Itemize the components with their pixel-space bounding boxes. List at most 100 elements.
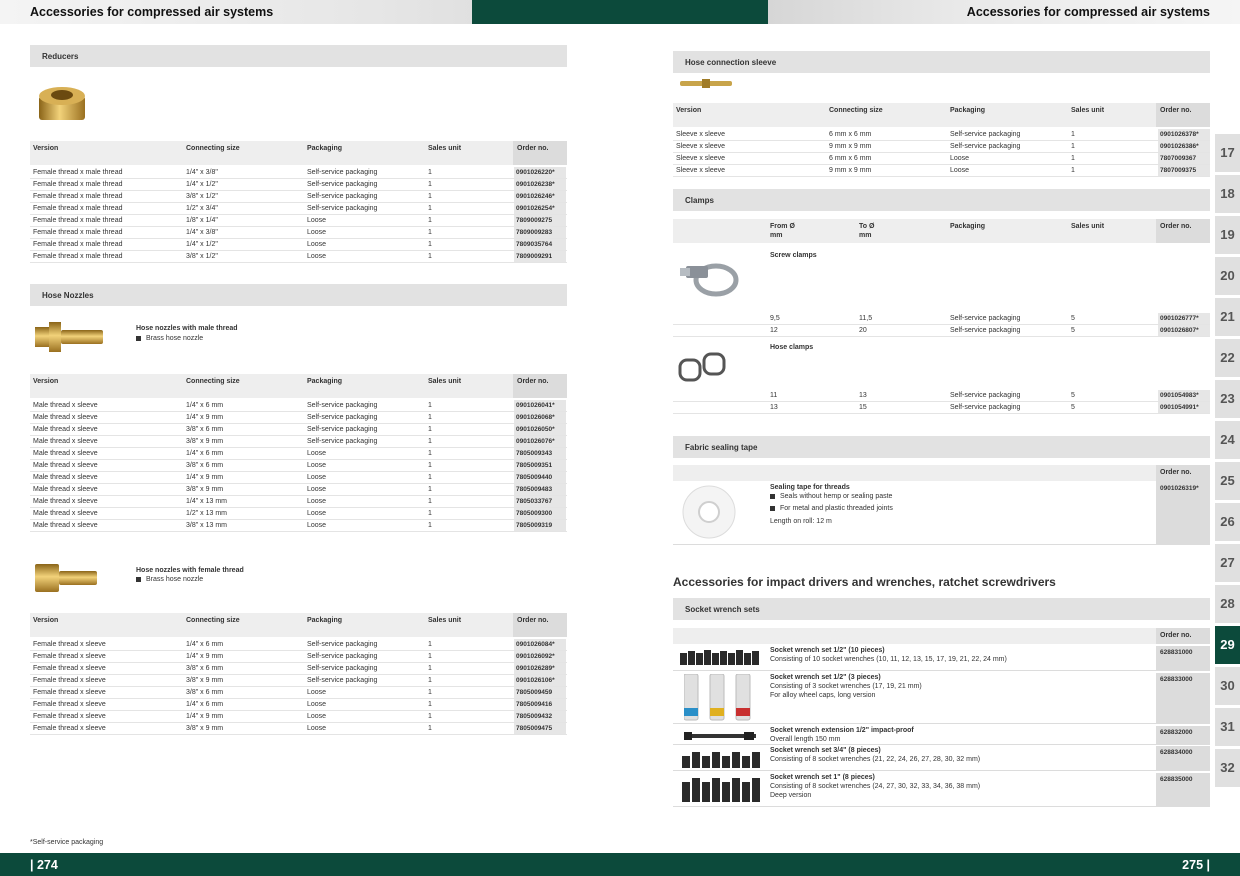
socket-item-order-no: 628835000 xyxy=(1160,776,1193,783)
table-row: Male thread x sleeve 1/4" x 6 mm Self-serv… xyxy=(30,400,567,412)
chapter-tab-30[interactable]: 30 xyxy=(1215,667,1240,705)
table-row: Male thread x sleeve 3/8" x 9 mm Self-serv… xyxy=(30,436,567,448)
chapter-tab-24[interactable]: 24 xyxy=(1215,421,1240,459)
cell-first: Female thread x sleeve xyxy=(33,713,106,720)
cell: 3/8" x 1/2" xyxy=(186,253,218,260)
cell: 1 xyxy=(428,217,432,224)
cell: Loose xyxy=(307,462,327,469)
order-number: 7805009483 xyxy=(514,484,566,495)
cell-first: Male thread x sleeve xyxy=(33,402,98,409)
cell: Self-service packaging xyxy=(307,677,378,684)
order-number: 7809035764 xyxy=(514,239,566,250)
cell: 1/4" x 1/2" xyxy=(186,181,218,188)
section-fabric-sealing-tape: Fabric sealing tape xyxy=(673,436,1210,458)
chapter-tab-32[interactable]: 32 xyxy=(1215,749,1240,787)
col-version: Version xyxy=(676,107,702,114)
cell: Self-service packaging xyxy=(307,169,378,176)
cell-first: Female thread x sleeve xyxy=(33,665,106,672)
reducers-table-header xyxy=(30,141,567,165)
col-to: To Ø xyxy=(859,223,875,230)
cell: Loose xyxy=(307,701,327,708)
cell: 1/4" x 6 mm xyxy=(186,701,224,708)
screw-clamps-table: 9,5 11,5 Self-service packaging 5 0901026777… xyxy=(673,313,1210,337)
order-number: 0901026246* xyxy=(514,191,566,202)
cell: 1 xyxy=(428,701,432,708)
footnote: *Self-service packaging xyxy=(30,839,104,846)
cell: 3/8" x 1/2" xyxy=(186,193,218,200)
col-order-no: Order no. xyxy=(1160,223,1192,230)
cell: Loose xyxy=(307,253,327,260)
cell: Self-service packaging xyxy=(307,193,378,200)
order-number: 0901026807* xyxy=(1158,325,1210,336)
order-number: 7805009319 xyxy=(514,520,566,531)
chapter-tab-19[interactable]: 19 xyxy=(1215,216,1240,254)
col-order-no: Order no. xyxy=(1160,469,1192,476)
order-number: 7805009459 xyxy=(514,687,566,698)
chapter-tab-20[interactable]: 20 xyxy=(1215,257,1240,295)
cell: 1 xyxy=(428,713,432,720)
order-number: 0901026378* xyxy=(1158,129,1210,140)
cell: 1 xyxy=(428,169,432,176)
chapter-tab-23[interactable]: 23 xyxy=(1215,380,1240,418)
chapter-tab-26[interactable]: 26 xyxy=(1215,503,1240,541)
section-reducers: Reducers xyxy=(30,45,567,67)
order-number: 0901054991* xyxy=(1158,402,1210,413)
table-row: Female thread x sleeve 1/4" x 9 mm Loose 1 7… xyxy=(30,711,567,723)
cell: 1 xyxy=(428,653,432,660)
order-number: 0901026041* xyxy=(514,400,566,411)
cell: Self-service packaging xyxy=(950,327,1021,334)
col-connecting-size: Connecting size xyxy=(186,617,240,624)
cell: 1 xyxy=(428,253,432,260)
cell-first: Female thread x male thread xyxy=(33,205,123,212)
cell: Loose xyxy=(307,713,327,720)
cell: Self-service packaging xyxy=(950,131,1021,138)
socket-item-description: Deep version xyxy=(770,792,812,799)
clamps-table-header xyxy=(673,219,1210,243)
cell: 3/8" x 9 mm xyxy=(186,725,224,732)
chapter-tab-18[interactable]: 18 xyxy=(1215,175,1240,213)
order-number: 7809009275 xyxy=(514,215,566,226)
cell-first: Female thread x sleeve xyxy=(33,725,106,732)
cell: 6 mm x 6 mm xyxy=(829,155,872,162)
section-clamps: Clamps xyxy=(673,189,1210,211)
screw-clamps-heading: Screw clamps xyxy=(770,252,817,259)
impact-heading: Accessories for impact drivers and wrenc… xyxy=(673,575,1056,589)
bullet-text: Brass hose nozzle xyxy=(146,335,204,342)
chapter-tab-17[interactable]: 17 xyxy=(1215,134,1240,172)
table-row: Female thread x male thread 3/8" x 1/2" Se… xyxy=(30,191,567,203)
col-order-no: Order no. xyxy=(1160,107,1192,114)
table-row: Female thread x sleeve 3/8" x 6 mm Loose 1 7… xyxy=(30,687,567,699)
chapter-tab-31[interactable]: 31 xyxy=(1215,708,1240,746)
table-row: Female thread x sleeve 3/8" x 6 mm Self-se… xyxy=(30,663,567,675)
hose-clamps-heading: Hose clamps xyxy=(770,344,814,351)
order-number: 0901026254* xyxy=(514,203,566,214)
cell: 6 mm x 6 mm xyxy=(829,131,872,138)
col-connecting-size: Connecting size xyxy=(829,107,883,114)
cell: 1 xyxy=(428,498,432,505)
section-hose-connection-sleeve: Hose connection sleeve xyxy=(673,51,1210,73)
cell-first: 12 xyxy=(770,327,778,334)
chapter-tab-21[interactable]: 21 xyxy=(1215,298,1240,336)
cell: 1/8" x 1/4" xyxy=(186,217,218,224)
cell: 1 xyxy=(428,510,432,517)
table-row: Male thread x sleeve 1/4" x 6 mm Loose 1 780… xyxy=(30,448,567,460)
col-connecting-size: Connecting size xyxy=(186,378,240,385)
cell: 5 xyxy=(1071,404,1075,411)
cell-first: Female thread x sleeve xyxy=(33,701,106,708)
socket-item-order-no: 628833000 xyxy=(1160,676,1193,683)
divider xyxy=(673,670,1210,671)
bullet-text: Brass hose nozzle xyxy=(146,576,204,583)
cell: Loose xyxy=(307,241,327,248)
cell-first: 9,5 xyxy=(770,315,780,322)
chapter-tab-29[interactable]: 29 xyxy=(1215,626,1240,664)
cell-first: Female thread x sleeve xyxy=(33,677,106,684)
chapter-tab-25[interactable]: 25 xyxy=(1215,462,1240,500)
cell: 3/8" x 6 mm xyxy=(186,426,224,433)
chapter-tab-27[interactable]: 27 xyxy=(1215,544,1240,582)
chapter-tab-22[interactable]: 22 xyxy=(1215,339,1240,377)
col-sales-unit: Sales unit xyxy=(428,145,462,152)
chapter-tab-28[interactable]: 28 xyxy=(1215,585,1240,623)
cell: 3/8" x 9 mm xyxy=(186,486,224,493)
cell: 5 xyxy=(1071,315,1075,322)
page-number-left: | 274 xyxy=(30,858,58,872)
